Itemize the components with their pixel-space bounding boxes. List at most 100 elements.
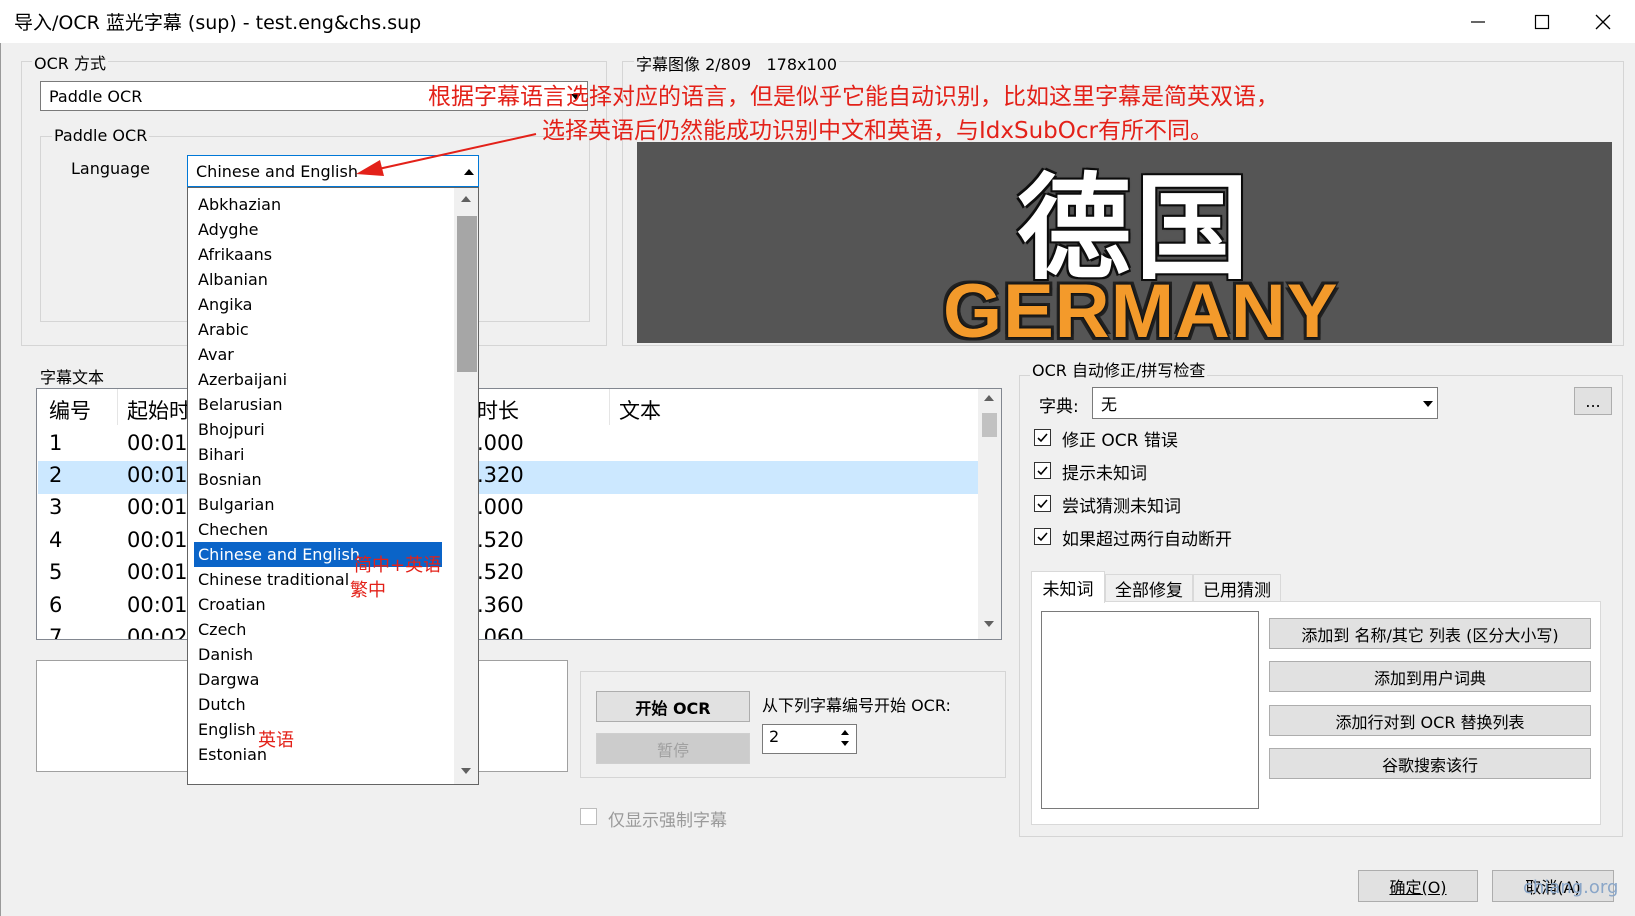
language-option[interactable]: Estonian [198,742,267,767]
subtitle-table[interactable]: 编号 起始时 时长 文本 1 00:01: .000 2 00:01: .320… [36,388,1002,640]
language-option[interactable]: Bosnian [198,467,262,492]
dictionary-more-button[interactable]: ... [1574,387,1612,415]
tab-all-fixes[interactable]: 全部修复 [1105,574,1193,602]
language-option[interactable]: Croatian [198,592,266,617]
table-row-duration: .520 [477,560,524,584]
scroll-down-icon[interactable] [461,768,471,774]
table-row-duration: .320 [477,463,524,487]
language-option[interactable]: Dutch [198,692,246,717]
dictionary-label: 字典: [1039,397,1079,417]
add-to-replace-list-button[interactable]: 添加行对到 OCR 替换列表 [1269,705,1591,736]
close-button[interactable] [1571,0,1635,43]
col-header-duration[interactable]: 时长 [477,395,519,425]
language-label: Language [71,159,150,178]
start-from-stepper[interactable]: 2 [762,724,857,754]
table-row-start: 00:01: [127,463,195,487]
language-option[interactable]: Bhojpuri [198,417,265,442]
table-row-num: 2 [49,463,63,487]
add-to-names-button[interactable]: 添加到 名称/其它 列表 (区分大小写) [1269,618,1591,649]
table-row-start: 00:01: [127,495,195,519]
col-separator [117,389,118,425]
unknown-words-list[interactable] [1041,611,1259,809]
checkmark-icon [1037,532,1048,542]
language-option[interactable]: Azerbaijani [198,367,287,392]
col-header-text[interactable]: 文本 [619,395,661,425]
language-option[interactable]: English [198,717,256,742]
stepper-down-icon[interactable] [841,741,849,746]
subtitle-image: 德国 GERMANY [637,142,1612,343]
language-option[interactable]: Chechen [198,517,268,542]
autocorrect-label: OCR 自动修正/拼写检查 [1030,357,1208,381]
col-separator [609,389,610,425]
add-to-user-dict-button[interactable]: 添加到用户词典 [1269,661,1591,692]
window-title: 导入/OCR 蓝光字幕 (sup) - test.eng&chs.sup [14,12,422,34]
pause-button[interactable]: 暂停 [596,733,750,764]
language-option[interactable]: Chinese traditional [198,567,349,592]
prompt-unknown-checkbox[interactable] [1034,462,1051,479]
google-search-button[interactable]: 谷歌搜索该行 [1269,748,1591,779]
language-option[interactable]: Angika [198,292,252,317]
close-icon [1595,14,1611,29]
language-option[interactable]: Belarusian [198,392,283,417]
maximize-button[interactable] [1510,0,1574,43]
chevron-down-icon [1423,401,1433,407]
annotation-cht: 繁中 [350,580,386,601]
dictionary-value: 无 [1101,395,1118,414]
checkmark-icon [1037,466,1048,476]
subtitle-text-label: 字幕文本 [38,364,107,388]
annotation-eng: 英语 [258,730,294,751]
col-header-start[interactable]: 起始时 [127,395,190,425]
dropdown-scroll-thumb[interactable] [457,216,477,372]
start-from-label: 从下列字幕编号开始 OCR: [762,696,951,715]
language-option[interactable]: Arabic [198,317,249,342]
language-option[interactable]: Afrikaans [198,242,272,267]
table-row-duration: .060 [477,625,524,640]
window-border [0,43,1,916]
language-option[interactable]: Dargwa [198,667,259,692]
fix-ocr-errors-checkbox[interactable] [1034,429,1051,446]
language-option[interactable]: Albanian [198,267,268,292]
ok-button[interactable]: 确定(O) [1358,870,1478,902]
checkmark-icon [1037,499,1048,509]
language-option[interactable]: Bulgarian [198,492,275,517]
annotation-arrow-icon [356,133,537,176]
scroll-down-icon[interactable] [984,621,994,627]
maximize-icon [1534,14,1550,29]
start-ocr-button[interactable]: 开始 OCR [596,691,750,722]
auto-break-checkbox[interactable] [1034,528,1051,545]
forced-only-label: 仅显示强制字幕 [608,811,727,831]
scroll-up-icon[interactable] [461,196,471,202]
col-header-num[interactable]: 编号 [49,395,91,425]
table-row-start: 00:01: [127,560,195,584]
tab-guesses-used[interactable]: 已用猜测 [1193,574,1281,602]
language-option[interactable]: Czech [198,617,246,642]
language-value: Chinese and English [196,161,358,181]
table-row-num: 4 [49,528,63,552]
table-row-start: 00:01: [127,593,195,617]
table-row-duration: .000 [477,495,524,519]
auto-break-label: 如果超过两行自动断开 [1062,530,1232,550]
start-from-value: 2 [769,727,780,746]
language-option[interactable]: Abkhazian [198,192,281,217]
forced-only-checkbox[interactable] [580,808,597,825]
stepper-up-icon[interactable] [841,730,849,735]
minimize-icon [1471,20,1485,23]
scroll-thumb[interactable] [982,413,997,437]
tab-unknown-words[interactable]: 未知词 [1031,571,1105,603]
annotation-note-line2: 选择英语后仍然能成功识别中文和英语，与IdxSubOcr有所不同。 [542,118,1213,144]
table-row-duration: .520 [477,528,524,552]
checkmark-icon [1037,433,1048,443]
language-dropdown-list[interactable]: Abkhazian Adyghe Afrikaans Albanian Angi… [187,187,479,785]
language-option[interactable]: Avar [198,342,234,367]
table-scrollbar[interactable] [978,389,1001,639]
language-option[interactable]: Danish [198,642,253,667]
scroll-up-icon[interactable] [984,395,994,401]
table-row-start: 00:02: [127,625,195,640]
language-option[interactable]: Adyghe [198,217,258,242]
dictionary-select[interactable]: 无 [1092,387,1438,419]
language-option[interactable]: Bihari [198,442,244,467]
paddle-ocr-label: Paddle OCR [52,126,150,145]
table-row-duration: .000 [477,431,524,455]
guess-unknown-checkbox[interactable] [1034,495,1051,512]
minimize-button[interactable] [1446,0,1510,43]
